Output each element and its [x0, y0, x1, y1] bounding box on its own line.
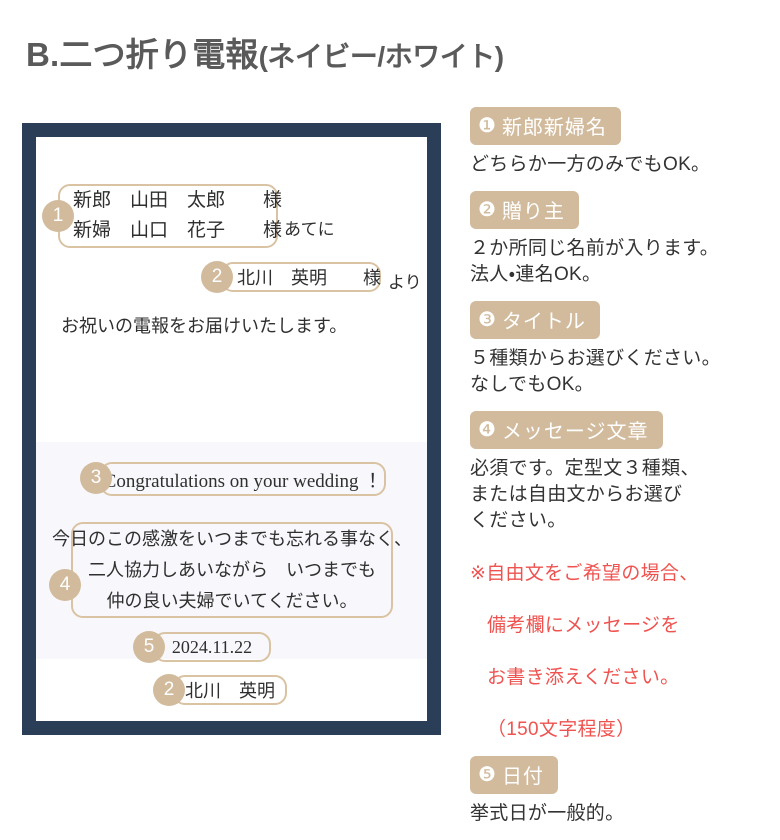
legend-note-4-line-4: （150文字程度） — [487, 719, 636, 740]
legend-heading-5: ❺ 日付 — [470, 756, 558, 794]
legend-panel: ❶ 新郎新婦名 どちらか一方のみでもOK。 ❷ 贈り主 ２か所同じ名前が入ります… — [470, 107, 770, 840]
marker-5-date: 5 — [133, 631, 165, 663]
legend-heading-3-label: タイトル — [501, 311, 586, 333]
legend-note-4-line-1: ※自由文をご希望の場合、 — [470, 563, 699, 584]
sender-name-field: 北川 英明 様 — [221, 262, 381, 292]
legend-heading-2-label: 贈り主 — [501, 201, 565, 223]
circled-number-2-icon: ❷ — [478, 199, 496, 221]
bride-name-line: 新婦 山口 花子 様 — [73, 220, 283, 241]
legend-section-3: ❸ タイトル ５種類からお選びください。 なしでもOK。 — [470, 301, 770, 398]
greeting-text: お祝いの電報をお届けいたします。 — [61, 316, 348, 336]
legend-section-5: ❺ 日付 挙式日が一般的。 — [470, 756, 770, 827]
legend-body-2: ２か所同じ名前が入ります。 法人・連名OK。 — [470, 238, 720, 285]
legend-heading-4-label: メッセージ文章 — [501, 421, 649, 443]
marker-4-message: 4 — [49, 569, 81, 601]
circled-number-3-icon: ❸ — [478, 309, 496, 331]
message-line-2: 二人協力しあいながら いつまでも — [88, 559, 376, 580]
legend-section-4: ❹ メッセージ文章 必須です。定型文３種類、 または自由文からお選び ください。… — [470, 411, 770, 743]
marker-1-names: 1 — [42, 200, 74, 232]
legend-note-4-line-3: お書き添えください。 — [487, 667, 680, 688]
card-inner: 新郎 山田 太郎 様 新婦 山口 花子 様 1 あてに 北川 英明 様 2 より… — [36, 137, 427, 721]
legend-note-4: ※自由文をご希望の場合、 備考欄にメッセージを お書き添えください。 （150文… — [470, 535, 770, 743]
page-title-paren: (ネイビー/ホワイト) — [258, 41, 504, 72]
legend-heading-1: ❶ 新郎新婦名 — [470, 107, 621, 145]
recipient-suffix-label: あてに — [284, 220, 335, 239]
legend-section-1: ❶ 新郎新婦名 どちらか一方のみでもOK。 — [470, 107, 770, 178]
page-title: B.二つ折り電報(ネイビー/ホワイト) — [26, 28, 504, 76]
legend-heading-1-label: 新郎新婦名 — [501, 117, 607, 139]
marker-2-signature: 2 — [153, 674, 185, 706]
legend-body-3: ５種類からお選びください。 なしでもOK。 — [470, 348, 721, 395]
legend-body-5: 挙式日が一般的。 — [470, 803, 625, 824]
message-line-3: 仲の良い夫婦でいてください。 — [106, 590, 358, 611]
card-title-field: Congratulations on your wedding ！ — [100, 462, 386, 496]
page-title-main: B.二つ折り電報 — [26, 36, 259, 73]
circled-number-1-icon: ❶ — [478, 115, 496, 137]
legend-heading-4: ❹ メッセージ文章 — [470, 411, 663, 449]
marker-3-title: 3 — [80, 462, 112, 494]
telegram-card-preview: 新郎 山田 太郎 様 新婦 山口 花子 様 1 あてに 北川 英明 様 2 より… — [22, 123, 441, 735]
signature-field: 北川 英明 — [173, 675, 287, 705]
legend-heading-5-label: 日付 — [501, 766, 544, 788]
message-body-field: 今日のこの感激をいつまでも忘れる事なく、 二人協力しあいながら いつまでも 仲の… — [52, 522, 412, 618]
date-field: 2024.11.22 — [153, 632, 271, 662]
legend-body-1: どちらか一方のみでもOK。 — [470, 154, 711, 175]
legend-body-4: 必須です。定型文３種類、 または自由文からお選び ください。 — [470, 458, 700, 531]
legend-section-2: ❷ 贈り主 ２か所同じ名前が入ります。 法人・連名OK。 — [470, 191, 770, 288]
groom-name-line: 新郎 山田 太郎 様 — [73, 190, 283, 211]
message-line-1: 今日のこの感激をいつまでも忘れる事なく、 — [52, 528, 412, 549]
legend-note-4-line-2: 備考欄にメッセージを — [487, 615, 680, 636]
legend-heading-3: ❸ タイトル — [470, 301, 600, 339]
circled-number-4-icon: ❹ — [478, 419, 496, 441]
recipient-names-field: 新郎 山田 太郎 様 新婦 山口 花子 様 — [58, 184, 282, 248]
circled-number-5-icon: ❺ — [478, 764, 496, 786]
marker-2-sender: 2 — [201, 261, 233, 293]
sender-suffix-label: より — [388, 273, 422, 292]
legend-heading-2: ❷ 贈り主 — [470, 191, 579, 229]
